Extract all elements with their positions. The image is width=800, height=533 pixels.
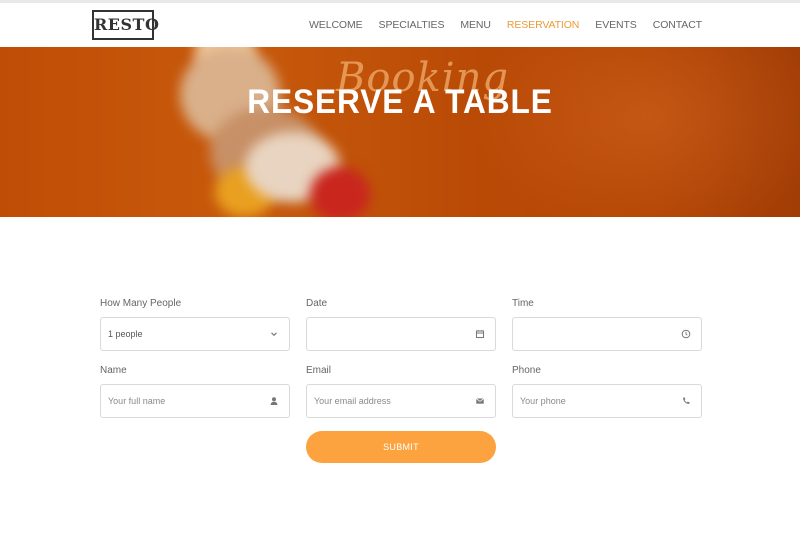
phone-label: Phone: [512, 365, 541, 376]
nav-link-menu[interactable]: MENU: [460, 19, 491, 31]
date-input-box: [306, 317, 496, 351]
clock-icon[interactable]: [680, 328, 692, 340]
email-input-box: [306, 384, 496, 418]
phone-input-box: [512, 384, 702, 418]
phone-icon: [680, 395, 692, 407]
name-input[interactable]: [101, 385, 289, 417]
time-input-box: [512, 317, 702, 351]
phone-input[interactable]: [513, 385, 701, 417]
chevron-down-icon: [268, 328, 280, 340]
submit-button[interactable]: SUBMIT: [306, 431, 496, 463]
page-title: RESERVE A TABLE: [247, 83, 553, 121]
main-nav: WELCOME SPECIALTIES MENU RESERVATION EVE…: [309, 3, 702, 47]
nav-link-welcome[interactable]: WELCOME: [309, 19, 363, 31]
navbar: RESTO WELCOME SPECIALTIES MENU RESERVATI…: [0, 3, 800, 47]
name-label: Name: [100, 365, 127, 376]
people-select[interactable]: 1 people: [100, 317, 290, 351]
hero-banner: Booking RESERVE A TABLE: [0, 47, 800, 217]
calendar-icon[interactable]: [474, 328, 486, 340]
people-field: How Many People 1 people: [100, 298, 290, 351]
time-input[interactable]: [513, 318, 701, 350]
hero-background-glow: [470, 47, 800, 217]
user-icon: [268, 395, 280, 407]
email-field: Email: [306, 365, 496, 418]
date-field: Date: [306, 298, 496, 351]
people-label: How Many People: [100, 298, 182, 309]
email-label: Email: [306, 365, 332, 376]
time-field: Time: [512, 298, 702, 351]
hero-food-image: [310, 167, 370, 217]
nav-link-events[interactable]: EVENTS: [595, 19, 637, 31]
time-label: Time: [512, 298, 534, 309]
nav-link-reservation[interactable]: RESERVATION: [507, 19, 580, 31]
nav-link-specialties[interactable]: SPECIALTIES: [379, 19, 445, 31]
date-label: Date: [306, 298, 328, 309]
people-select-value: 1 people: [108, 329, 143, 339]
phone-field: Phone: [512, 365, 702, 418]
name-input-box: [100, 384, 290, 418]
nav-link-contact[interactable]: CONTACT: [653, 19, 702, 31]
site-logo[interactable]: RESTO: [92, 10, 159, 40]
email-input[interactable]: [307, 385, 495, 417]
name-field: Name: [100, 365, 290, 418]
date-input[interactable]: [307, 318, 495, 350]
envelope-icon: [474, 395, 486, 407]
